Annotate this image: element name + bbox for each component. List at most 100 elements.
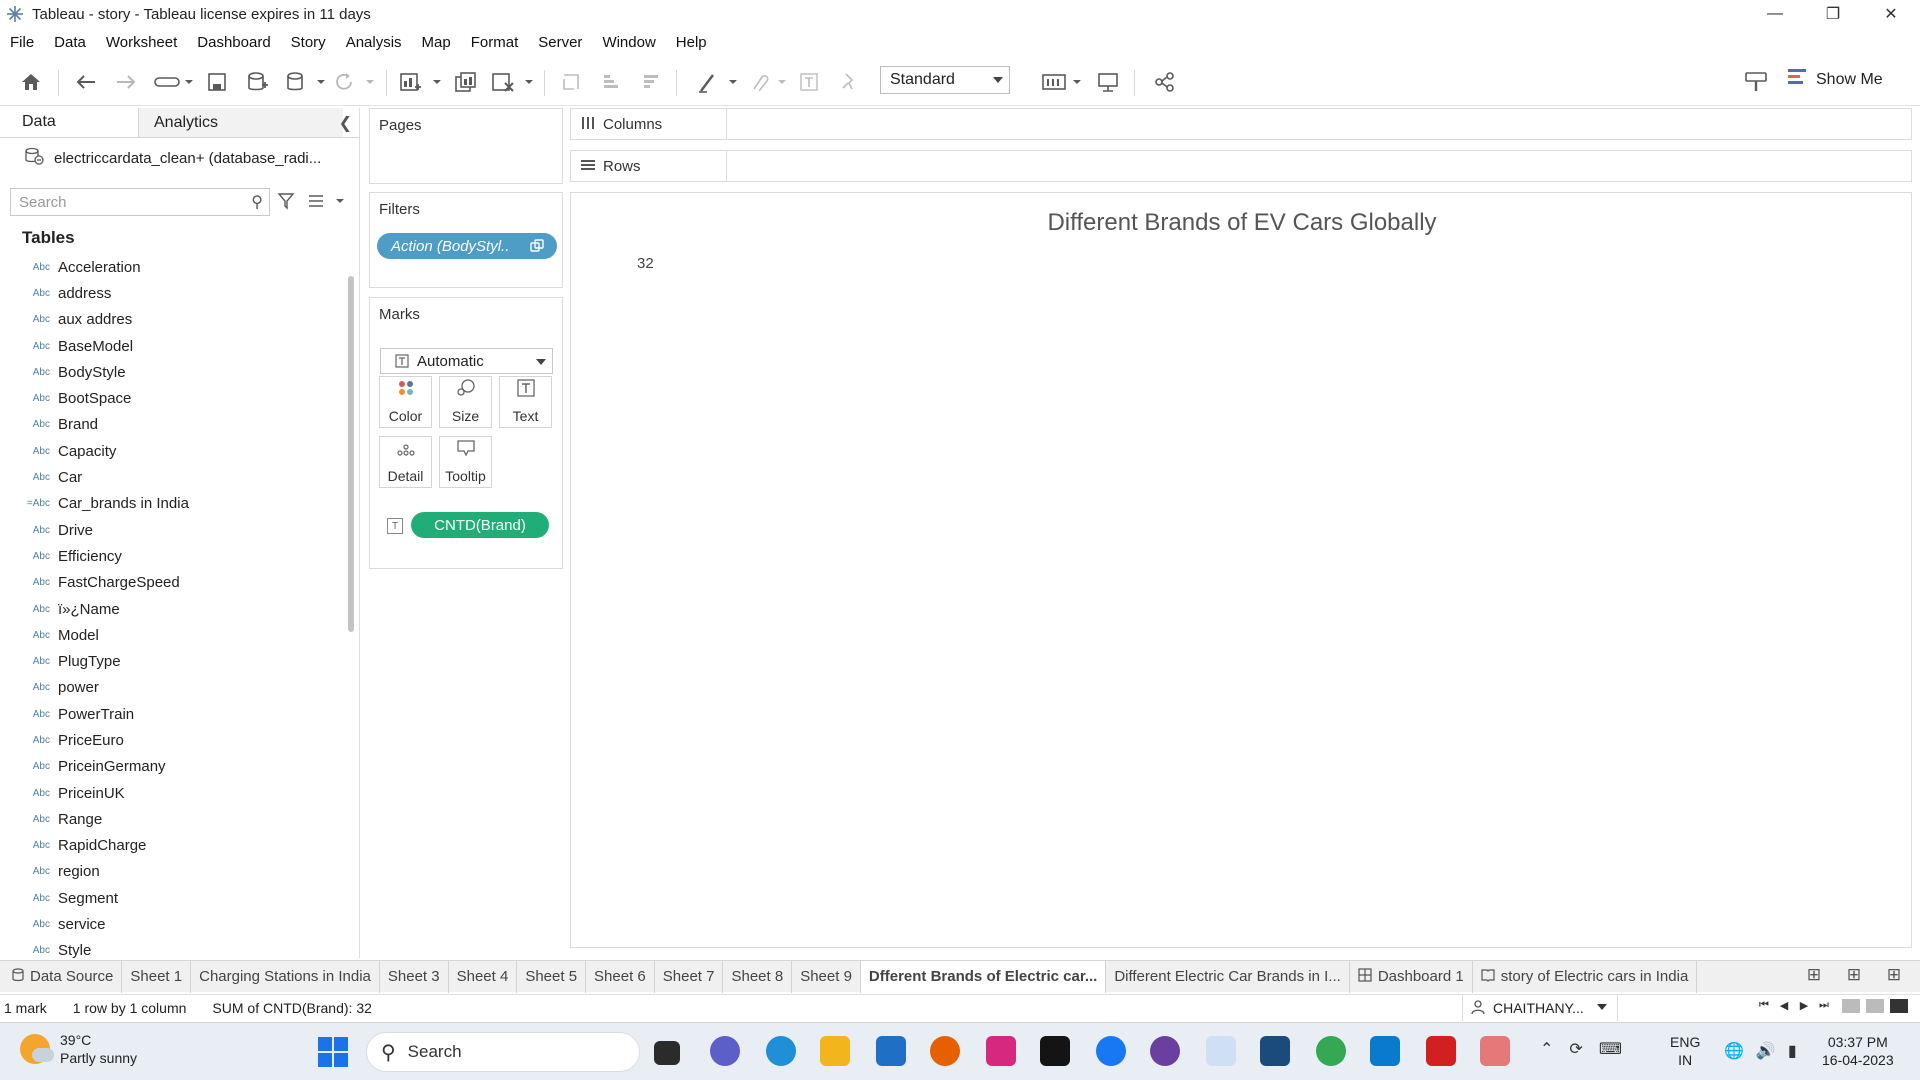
snipping-tool-icon[interactable] <box>1480 1036 1510 1066</box>
field-item[interactable]: Abc service <box>0 911 345 937</box>
presentation-mode-icon[interactable] <box>1094 68 1122 96</box>
menu-format[interactable]: Format <box>461 34 529 51</box>
volume-icon[interactable]: 🔊 <box>1756 1041 1776 1061</box>
menu-worksheet[interactable]: Worksheet <box>96 34 187 51</box>
menu-data[interactable]: Data <box>44 34 96 51</box>
sheet-tab[interactable]: Sheet 7 <box>655 960 724 993</box>
network-icon[interactable]: 🌐 <box>1724 1041 1744 1061</box>
keyboard-icon[interactable]: ⌨ <box>1599 1039 1622 1059</box>
acrobat-icon[interactable] <box>1426 1036 1456 1066</box>
detail-mark-button[interactable]: Detail <box>379 436 432 488</box>
undo-icon[interactable] <box>72 68 100 96</box>
field-item[interactable]: Abc Car <box>0 464 345 490</box>
field-list-scrollbar[interactable] <box>348 276 354 632</box>
fit-select[interactable]: Standard <box>880 66 1010 94</box>
restore-button[interactable]: ❐ <box>1804 0 1862 28</box>
menu-server[interactable]: Server <box>528 34 592 51</box>
field-item[interactable]: Abc RapidCharge <box>0 833 345 859</box>
filter-pill-action[interactable]: Action (BodyStyl.. <box>377 233 557 259</box>
task-view-icon[interactable] <box>654 1041 680 1065</box>
field-item[interactable]: Abc PriceEuro <box>0 727 345 753</box>
field-item[interactable]: Abc aux addres <box>0 307 345 333</box>
show-mark-labels-icon[interactable] <box>796 68 822 96</box>
field-item[interactable]: Abc Capacity <box>0 438 345 464</box>
field-item[interactable]: Abc PriceinUK <box>0 780 345 806</box>
field-item[interactable]: Abc region <box>0 859 345 885</box>
show-filmstrip-icon[interactable] <box>1842 999 1860 1013</box>
fix-axes-icon[interactable] <box>836 68 862 96</box>
color-mark-button[interactable]: Color <box>379 376 432 428</box>
sheet-tab[interactable]: Sheet 6 <box>586 960 655 993</box>
sort-descending-icon[interactable] <box>638 68 664 96</box>
rows-shelf[interactable]: Rows <box>570 150 1912 182</box>
save-icon[interactable] <box>204 68 230 96</box>
field-item[interactable]: Abc Drive <box>0 517 345 543</box>
field-item[interactable]: Abc Range <box>0 806 345 832</box>
new-worksheet-icon[interactable] <box>398 68 442 96</box>
sheet-tab[interactable]: Sheet 4 <box>449 960 518 993</box>
vscode-icon[interactable] <box>1370 1036 1400 1066</box>
field-item[interactable]: Abc BaseModel <box>0 333 345 359</box>
field-item[interactable]: Abc PriceinGermany <box>0 754 345 780</box>
firefox-icon[interactable] <box>930 1036 960 1066</box>
user-menu[interactable]: CHAITHANY... <box>1462 995 1618 1021</box>
field-item[interactable]: Abc PowerTrain <box>0 701 345 727</box>
sheet-tab[interactable]: Dashboard 1 <box>1350 960 1473 993</box>
duplicate-sheet-icon[interactable] <box>452 68 480 96</box>
menu-dashboard[interactable]: Dashboard <box>187 34 280 51</box>
sheet-tab[interactable]: Sheet 3 <box>380 960 449 993</box>
filters-card[interactable]: Filters Action (BodyStyl.. <box>369 192 563 288</box>
field-item[interactable]: =Abc Car_brands in India <box>0 491 345 517</box>
highlight-icon[interactable] <box>696 68 740 96</box>
menu-analysis[interactable]: Analysis <box>336 34 412 51</box>
presentation-cards-icon[interactable] <box>1040 68 1084 96</box>
new-dashboard-tab-icon[interactable]: ⊞ <box>1834 965 1874 985</box>
menu-help[interactable]: Help <box>666 34 717 51</box>
format-workbook-icon[interactable] <box>1742 68 1770 96</box>
tableau-taskbar-icon[interactable] <box>1206 1036 1236 1066</box>
refresh-icon[interactable] <box>332 68 376 96</box>
field-item[interactable]: Abc BootSpace <box>0 385 345 411</box>
sheet-tab[interactable]: Sheet 9 <box>792 960 861 993</box>
edge-browser-icon[interactable] <box>766 1036 796 1066</box>
sheet-tab[interactable]: story of Electric cars in India <box>1473 960 1698 993</box>
github-icon[interactable] <box>1150 1036 1180 1066</box>
prev-sheet-icon[interactable]: ◀ <box>1774 999 1794 1012</box>
field-item[interactable]: Abc Brand <box>0 412 345 438</box>
group-members-icon[interactable] <box>748 68 788 96</box>
field-item[interactable]: Abc power <box>0 675 345 701</box>
sheet-tab[interactable]: Sheet 5 <box>517 960 587 993</box>
new-worksheet-tab-icon[interactable]: ⊞ <box>1794 965 1834 985</box>
size-mark-button[interactable]: Size <box>439 376 492 428</box>
field-search-input[interactable]: Search ⚲ <box>10 188 270 216</box>
clear-sheet-icon[interactable] <box>490 68 534 96</box>
columns-shelf[interactable]: Columns <box>570 108 1912 140</box>
tooltip-mark-button[interactable]: Tooltip <box>439 436 492 488</box>
home-icon[interactable] <box>18 68 44 96</box>
show-me-button[interactable]: Show Me <box>1788 68 1883 91</box>
field-item[interactable]: Abc Model <box>0 622 345 648</box>
show-sheet-sorter-icon[interactable] <box>1866 999 1884 1013</box>
teams-chat-icon[interactable] <box>710 1036 740 1066</box>
field-item[interactable]: Abc Acceleration <box>0 254 345 280</box>
text-mark-button[interactable]: Text <box>499 376 552 428</box>
field-item[interactable]: Abc Segment <box>0 885 345 911</box>
field-item[interactable]: Abc BodyStyle <box>0 359 345 385</box>
sheet-tab[interactable]: Charging Stations in India <box>191 960 380 993</box>
field-item[interactable]: Abc PlugType <box>0 648 345 674</box>
tab-analytics[interactable]: Analytics <box>138 108 343 137</box>
measure-pill-cntd-brand[interactable]: CNTD(Brand) <box>411 512 549 538</box>
menu-story[interactable]: Story <box>281 34 336 51</box>
battery-icon[interactable]: ▮ <box>1788 1041 1797 1061</box>
share-icon[interactable] <box>1152 68 1178 96</box>
instagram-icon[interactable] <box>986 1036 1016 1066</box>
sheet-tab[interactable]: Dfferent Brands of Electric car... <box>860 960 1107 993</box>
pages-card[interactable]: Pages <box>369 108 563 184</box>
first-sheet-icon[interactable]: ⏮ <box>1754 999 1774 1012</box>
file-explorer-icon[interactable] <box>820 1036 850 1066</box>
pause-updates-icon[interactable] <box>284 68 326 96</box>
sheet-tab[interactable]: Sheet 1 <box>122 960 192 993</box>
sort-ascending-icon[interactable] <box>598 68 624 96</box>
redo-icon[interactable] <box>112 68 140 96</box>
sheet-tab[interactable]: Different Electric Car Brands in I... <box>1106 960 1350 993</box>
